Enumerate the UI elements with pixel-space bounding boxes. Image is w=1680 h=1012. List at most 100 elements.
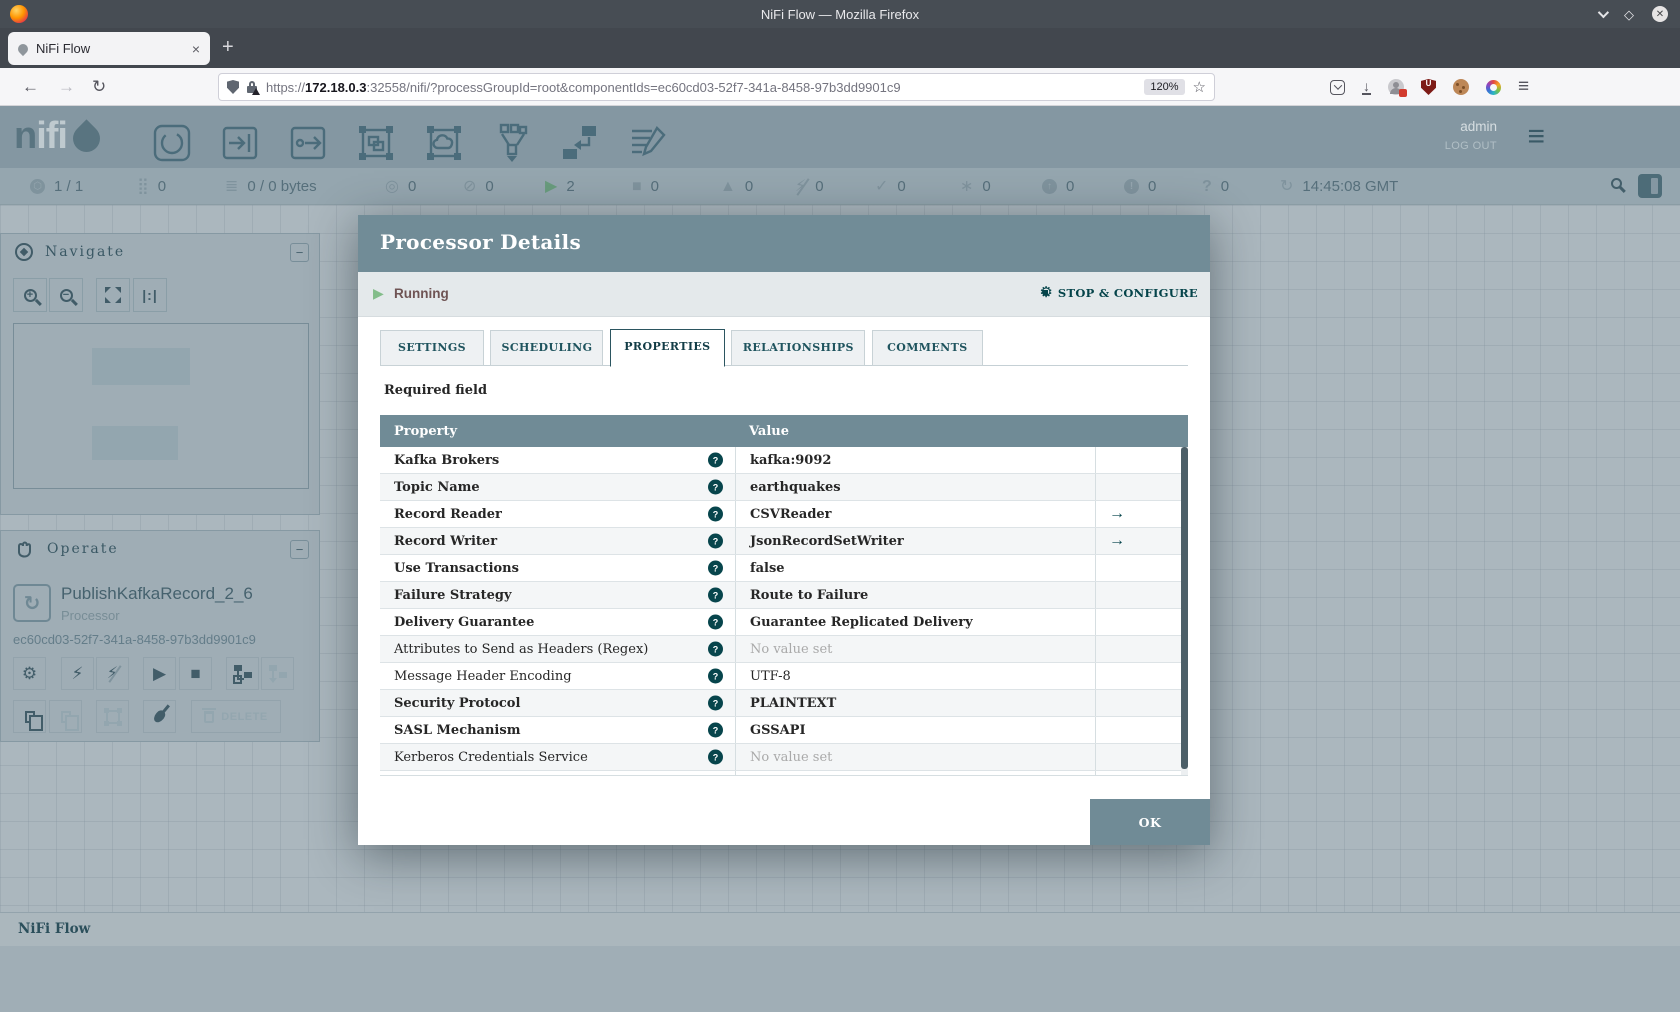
- property-name: SASL Mechanism: [394, 723, 521, 738]
- extension-badge-icon: [1399, 89, 1407, 97]
- property-value: No value set: [750, 641, 833, 657]
- maximize-icon[interactable]: ◇: [1624, 8, 1634, 21]
- property-row[interactable]: Attributes to Send as Headers (Regex)? N…: [380, 636, 1188, 663]
- dialog-status-bar: ▶ Running ⚙ STOP & CONFIGURE: [358, 272, 1210, 317]
- nifi-favicon-icon: [15, 41, 31, 56]
- downloads-icon[interactable]: ↓: [1362, 79, 1371, 95]
- help-icon[interactable]: ?: [708, 749, 723, 765]
- tab-comments[interactable]: COMMENTS: [871, 330, 983, 366]
- url-bar[interactable]: https://172.18.0.3:32558/nifi/?processGr…: [218, 73, 1215, 101]
- running-status-icon: ▶: [373, 285, 384, 301]
- property-name: Record Reader: [394, 507, 502, 522]
- property-name: Kerberos Credentials Service: [394, 750, 588, 765]
- dialog-tabs: SETTINGS SCHEDULING PROPERTIES RELATIONS…: [380, 329, 1188, 367]
- property-row[interactable]: Delivery Guarantee? Guarantee Replicated…: [380, 609, 1188, 636]
- extension-avatar-icon[interactable]: [1388, 79, 1407, 97]
- tab-title: NiFi Flow: [36, 41, 91, 56]
- property-value: earthquakes: [750, 479, 841, 495]
- property-value: Guarantee Replicated Delivery: [750, 614, 973, 630]
- property-name: Failure Strategy: [394, 588, 512, 603]
- new-tab-button[interactable]: +: [222, 36, 234, 59]
- value-column-header: Value: [749, 423, 789, 439]
- property-row[interactable]: SASL Mechanism? GSSAPI: [380, 717, 1188, 744]
- tab-settings[interactable]: SETTINGS: [380, 330, 484, 366]
- property-value: CSVReader: [750, 506, 832, 522]
- menu-hamburger-icon[interactable]: ≡: [1518, 76, 1529, 98]
- property-row[interactable]: Topic Name? earthquakes: [380, 474, 1188, 501]
- security-warning-icon: [252, 88, 260, 95]
- property-row[interactable]: Record Reader? CSVReader →: [380, 501, 1188, 528]
- go-to-service-icon[interactable]: →: [1109, 505, 1125, 523]
- help-icon[interactable]: ?: [708, 452, 723, 468]
- property-row[interactable]: Failure Strategy? Route to Failure: [380, 582, 1188, 609]
- help-icon[interactable]: ?: [708, 587, 723, 603]
- ok-button[interactable]: OK: [1090, 799, 1210, 845]
- required-field-label: Required field: [384, 383, 488, 398]
- running-status-label: Running: [394, 286, 449, 301]
- property-row[interactable]: Kerberos Credentials Service? No value s…: [380, 744, 1188, 771]
- window-close-icon[interactable]: ✕: [1652, 6, 1668, 22]
- tab-scheduling[interactable]: SCHEDULING: [490, 330, 604, 366]
- property-value: false: [750, 560, 785, 576]
- cookie-extension-icon[interactable]: [1453, 79, 1469, 95]
- pocket-icon[interactable]: [1330, 79, 1345, 95]
- property-row[interactable]: Record Writer? JsonRecordSetWriter →: [380, 528, 1188, 555]
- help-icon[interactable]: ?: [708, 641, 723, 657]
- tab-properties[interactable]: PROPERTIES: [609, 329, 725, 367]
- properties-table-header: Property Value: [380, 415, 1188, 447]
- connection-lock-icon[interactable]: [247, 80, 260, 95]
- property-value: kafka:9092: [750, 452, 832, 468]
- help-icon[interactable]: ?: [708, 722, 723, 738]
- browser-tab[interactable]: NiFi Flow ×: [8, 32, 210, 65]
- minimize-icon[interactable]: [1597, 6, 1610, 19]
- property-value: UTF-8: [750, 668, 791, 684]
- url-text: https://172.18.0.3:32558/nifi/?processGr…: [266, 79, 901, 95]
- reload-button[interactable]: ↻: [92, 77, 106, 97]
- property-value: No value set: [750, 749, 833, 765]
- property-row[interactable]: Security Protocol? PLAINTEXT: [380, 690, 1188, 717]
- page-zoom-indicator[interactable]: 120%: [1144, 79, 1185, 95]
- firefox-logo-icon: [10, 5, 28, 23]
- help-icon[interactable]: ?: [708, 695, 723, 711]
- properties-table: Property Value Kafka Brokers? kafka:9092…: [380, 415, 1188, 776]
- tab-relationships[interactable]: RELATIONSHIPS: [731, 330, 866, 366]
- property-row[interactable]: Use Transactions? false: [380, 555, 1188, 582]
- bookmark-star-icon[interactable]: ☆: [1193, 78, 1206, 96]
- help-icon[interactable]: ?: [708, 533, 723, 549]
- property-name: Attributes to Send as Headers (Regex): [394, 642, 649, 657]
- table-scrollbar-thumb[interactable]: [1181, 447, 1188, 769]
- property-row[interactable]: Message Header Encoding? UTF-8: [380, 663, 1188, 690]
- screen: NiFi Flow — Mozilla Firefox ◇ ✕ NiFi Flo…: [0, 0, 1680, 1012]
- help-icon[interactable]: ?: [708, 668, 723, 684]
- tab-close-icon[interactable]: ×: [192, 41, 200, 57]
- forward-button[interactable]: →: [58, 77, 75, 97]
- colorful-extension-icon[interactable]: [1486, 79, 1501, 95]
- property-value: PLAINTEXT: [750, 695, 837, 711]
- browser-navbar: ← → ↻ https://172.18.0.3:32558/nifi/?pro…: [0, 68, 1680, 106]
- property-row[interactable]: Kafka Brokers? kafka:9092: [380, 447, 1188, 474]
- property-row-partial[interactable]: Kerberos Service Name? No value set: [380, 771, 1188, 775]
- window-titlebar: NiFi Flow — Mozilla Firefox ◇ ✕: [0, 0, 1680, 28]
- processor-details-dialog: Processor Details ▶ Running ⚙ STOP & CON…: [358, 215, 1210, 845]
- back-button[interactable]: ←: [22, 77, 39, 97]
- window-title: NiFi Flow — Mozilla Firefox: [760, 6, 920, 22]
- go-to-service-icon[interactable]: →: [1109, 532, 1125, 550]
- dialog-header: Processor Details: [358, 215, 1210, 272]
- property-name: Kafka Brokers: [394, 453, 500, 468]
- property-name: Message Header Encoding: [394, 669, 572, 684]
- browser-tabbar: NiFi Flow × +: [0, 28, 1680, 68]
- property-name: Security Protocol: [394, 696, 521, 711]
- stop-and-configure-button[interactable]: ⚙ STOP & CONFIGURE: [1039, 285, 1198, 300]
- tracking-protection-shield-icon[interactable]: [227, 80, 239, 94]
- help-icon[interactable]: ?: [708, 479, 723, 495]
- table-scrollbar[interactable]: [1181, 447, 1188, 775]
- help-icon[interactable]: ?: [708, 560, 723, 576]
- property-value: JsonRecordSetWriter: [750, 533, 904, 549]
- property-name: Record Writer: [394, 534, 498, 549]
- property-name: Delivery Guarantee: [394, 615, 535, 630]
- help-icon[interactable]: ?: [708, 506, 723, 522]
- help-icon[interactable]: ?: [708, 614, 723, 630]
- property-value: Route to Failure: [750, 587, 869, 603]
- property-value: GSSAPI: [750, 722, 806, 738]
- ublock-shield-icon[interactable]: U: [1421, 79, 1436, 95]
